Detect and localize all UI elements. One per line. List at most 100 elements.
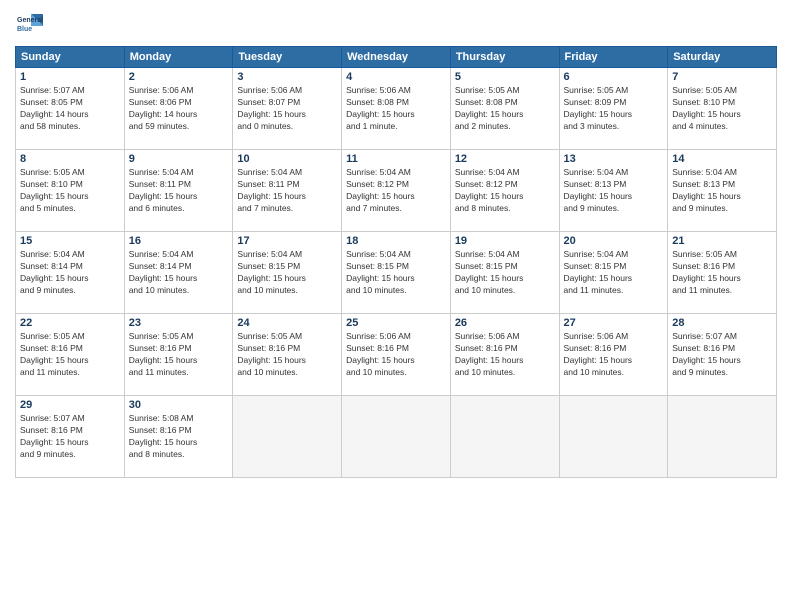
calendar-row-2: 8 Sunrise: 5:05 AM Sunset: 8:10 PM Daylig… (16, 150, 777, 232)
table-row: 6 Sunrise: 5:05 AM Sunset: 8:09 PM Daylig… (559, 68, 668, 150)
day-number: 24 (237, 317, 337, 329)
day-info: Sunrise: 5:05 AM Sunset: 8:16 PM Dayligh… (129, 331, 229, 379)
day-number: 12 (455, 153, 555, 165)
table-row: 7 Sunrise: 5:05 AM Sunset: 8:10 PM Daylig… (668, 68, 777, 150)
weekday-header-row: Sunday Monday Tuesday Wednesday Thursday… (16, 47, 777, 68)
day-info: Sunrise: 5:04 AM Sunset: 8:15 PM Dayligh… (237, 249, 337, 297)
day-number: 19 (455, 235, 555, 247)
table-row: 12Sunrise: 5:04 AM Sunset: 8:12 PM Dayli… (450, 150, 559, 232)
day-number: 3 (237, 71, 337, 83)
day-info: Sunrise: 5:06 AM Sunset: 8:16 PM Dayligh… (564, 331, 664, 379)
table-row: 26 Sunrise: 5:06 AM Sunset: 8:16 PM Dayli… (450, 314, 559, 396)
day-info: Sunrise: 5:04 AM Sunset: 8:13 PM Dayligh… (672, 167, 772, 215)
header-saturday: Saturday (668, 47, 777, 68)
day-info: Sunrise: 5:05 AM Sunset: 8:16 PM Dayligh… (20, 331, 120, 379)
calendar-row-5: 29 Sunrise: 5:07 AM Sunset: 8:16 PM Dayli… (16, 396, 777, 478)
day-info: Sunrise: 5:05 AM Sunset: 8:08 PM Dayligh… (455, 85, 555, 133)
day-info: Sunrise: 5:04 AM Sunset: 8:14 PM Dayligh… (129, 249, 229, 297)
day-info: Sunrise: 5:05 AM Sunset: 8:16 PM Dayligh… (672, 249, 772, 297)
day-number: 23 (129, 317, 229, 329)
table-row: 19Sunrise: 5:04 AM Sunset: 8:15 PM Dayli… (450, 232, 559, 314)
table-row: 18Sunrise: 5:04 AM Sunset: 8:15 PM Dayli… (342, 232, 451, 314)
table-row: 8 Sunrise: 5:05 AM Sunset: 8:10 PM Daylig… (16, 150, 125, 232)
table-row: 2 Sunrise: 5:06 AM Sunset: 8:06 PM Daylig… (124, 68, 233, 150)
table-row (450, 396, 559, 478)
day-info: Sunrise: 5:06 AM Sunset: 8:07 PM Dayligh… (237, 85, 337, 133)
calendar-row-3: 15 Sunrise: 5:04 AM Sunset: 8:14 PM Dayli… (16, 232, 777, 314)
day-number: 14 (672, 153, 772, 165)
day-number: 6 (564, 71, 664, 83)
table-row: 22 Sunrise: 5:05 AM Sunset: 8:16 PM Dayli… (16, 314, 125, 396)
table-row: 17 Sunrise: 5:04 AM Sunset: 8:15 PM Dayli… (233, 232, 342, 314)
day-info: Sunrise: 5:07 AM Sunset: 8:05 PM Dayligh… (20, 85, 120, 133)
day-number: 9 (129, 153, 229, 165)
table-row: 11Sunrise: 5:04 AM Sunset: 8:12 PM Dayli… (342, 150, 451, 232)
calendar-row-4: 22 Sunrise: 5:05 AM Sunset: 8:16 PM Dayli… (16, 314, 777, 396)
table-row: 20 Sunrise: 5:04 AM Sunset: 8:15 PM Dayli… (559, 232, 668, 314)
day-number: 7 (672, 71, 772, 83)
table-row (342, 396, 451, 478)
day-info: Sunrise: 5:05 AM Sunset: 8:10 PM Dayligh… (672, 85, 772, 133)
day-number: 21 (672, 235, 772, 247)
day-number: 30 (129, 399, 229, 411)
day-info: Sunrise: 5:04 AM Sunset: 8:15 PM Dayligh… (564, 249, 664, 297)
calendar-body: 1 Sunrise: 5:07 AM Sunset: 8:05 PM Daylig… (16, 68, 777, 478)
day-number: 20 (564, 235, 664, 247)
table-row (233, 396, 342, 478)
header-monday: Monday (124, 47, 233, 68)
day-info: Sunrise: 5:05 AM Sunset: 8:16 PM Dayligh… (237, 331, 337, 379)
svg-text:General: General (17, 17, 43, 24)
table-row: 5 Sunrise: 5:05 AM Sunset: 8:08 PM Daylig… (450, 68, 559, 150)
svg-text:Blue: Blue (17, 26, 32, 33)
table-row: 21 Sunrise: 5:05 AM Sunset: 8:16 PM Dayli… (668, 232, 777, 314)
day-number: 18 (346, 235, 446, 247)
day-number: 1 (20, 71, 120, 83)
day-info: Sunrise: 5:04 AM Sunset: 8:13 PM Dayligh… (564, 167, 664, 215)
day-number: 10 (237, 153, 337, 165)
header-sunday: Sunday (16, 47, 125, 68)
calendar-header: Sunday Monday Tuesday Wednesday Thursday… (16, 47, 777, 68)
table-row: 13 Sunrise: 5:04 AM Sunset: 8:13 PM Dayli… (559, 150, 668, 232)
table-row: 30 Sunrise: 5:08 AM Sunset: 8:16 PM Dayli… (124, 396, 233, 478)
day-number: 17 (237, 235, 337, 247)
header: General Blue (15, 10, 777, 38)
table-row: 24 Sunrise: 5:05 AM Sunset: 8:16 PM Dayli… (233, 314, 342, 396)
table-row: 29 Sunrise: 5:07 AM Sunset: 8:16 PM Dayli… (16, 396, 125, 478)
table-row: 25Sunrise: 5:06 AM Sunset: 8:16 PM Dayli… (342, 314, 451, 396)
table-row: 16 Sunrise: 5:04 AM Sunset: 8:14 PM Dayli… (124, 232, 233, 314)
header-wednesday: Wednesday (342, 47, 451, 68)
day-info: Sunrise: 5:05 AM Sunset: 8:10 PM Dayligh… (20, 167, 120, 215)
page: General Blue Sunday Monday Tuesday Wedne… (0, 0, 792, 612)
table-row: 1 Sunrise: 5:07 AM Sunset: 8:05 PM Daylig… (16, 68, 125, 150)
day-number: 8 (20, 153, 120, 165)
day-info: Sunrise: 5:05 AM Sunset: 8:09 PM Dayligh… (564, 85, 664, 133)
day-number: 27 (564, 317, 664, 329)
table-row: 10Sunrise: 5:04 AM Sunset: 8:11 PM Dayli… (233, 150, 342, 232)
table-row: 14 Sunrise: 5:04 AM Sunset: 8:13 PM Dayli… (668, 150, 777, 232)
day-info: Sunrise: 5:07 AM Sunset: 8:16 PM Dayligh… (20, 413, 120, 461)
day-info: Sunrise: 5:06 AM Sunset: 8:06 PM Dayligh… (129, 85, 229, 133)
table-row: 27 Sunrise: 5:06 AM Sunset: 8:16 PM Dayli… (559, 314, 668, 396)
calendar: Sunday Monday Tuesday Wednesday Thursday… (15, 46, 777, 478)
table-row: 3 Sunrise: 5:06 AM Sunset: 8:07 PM Daylig… (233, 68, 342, 150)
header-friday: Friday (559, 47, 668, 68)
day-info: Sunrise: 5:06 AM Sunset: 8:16 PM Dayligh… (455, 331, 555, 379)
day-number: 29 (20, 399, 120, 411)
day-number: 22 (20, 317, 120, 329)
day-number: 13 (564, 153, 664, 165)
day-number: 26 (455, 317, 555, 329)
day-number: 11 (346, 153, 446, 165)
day-info: Sunrise: 5:07 AM Sunset: 8:16 PM Dayligh… (672, 331, 772, 379)
table-row: 9Sunrise: 5:04 AM Sunset: 8:11 PM Daylig… (124, 150, 233, 232)
day-number: 16 (129, 235, 229, 247)
calendar-row-1: 1 Sunrise: 5:07 AM Sunset: 8:05 PM Daylig… (16, 68, 777, 150)
day-number: 2 (129, 71, 229, 83)
day-number: 5 (455, 71, 555, 83)
table-row (559, 396, 668, 478)
table-row: 4Sunrise: 5:06 AM Sunset: 8:08 PM Daylig… (342, 68, 451, 150)
day-number: 28 (672, 317, 772, 329)
day-info: Sunrise: 5:08 AM Sunset: 8:16 PM Dayligh… (129, 413, 229, 461)
table-row: 15Sunrise: 5:04 AM Sunset: 8:14 PM Dayli… (16, 232, 125, 314)
day-number: 15 (20, 235, 120, 247)
day-number: 4 (346, 71, 446, 83)
